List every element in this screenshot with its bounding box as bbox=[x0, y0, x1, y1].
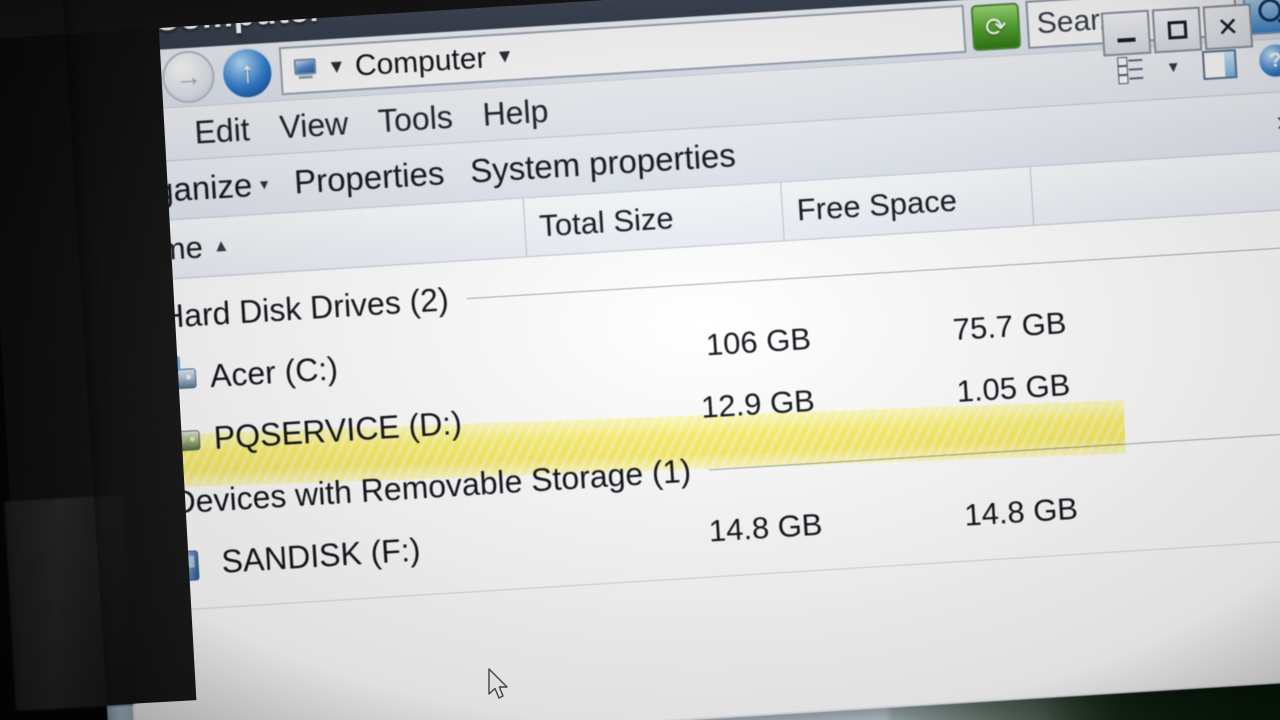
laptop-screen-photo: Computer ← → ↑ ▼ Computer ▼ ⟳ Se bbox=[0, 0, 1280, 720]
screen-edge-shadow bbox=[60, 0, 1280, 720]
mouse-cursor bbox=[488, 668, 508, 699]
